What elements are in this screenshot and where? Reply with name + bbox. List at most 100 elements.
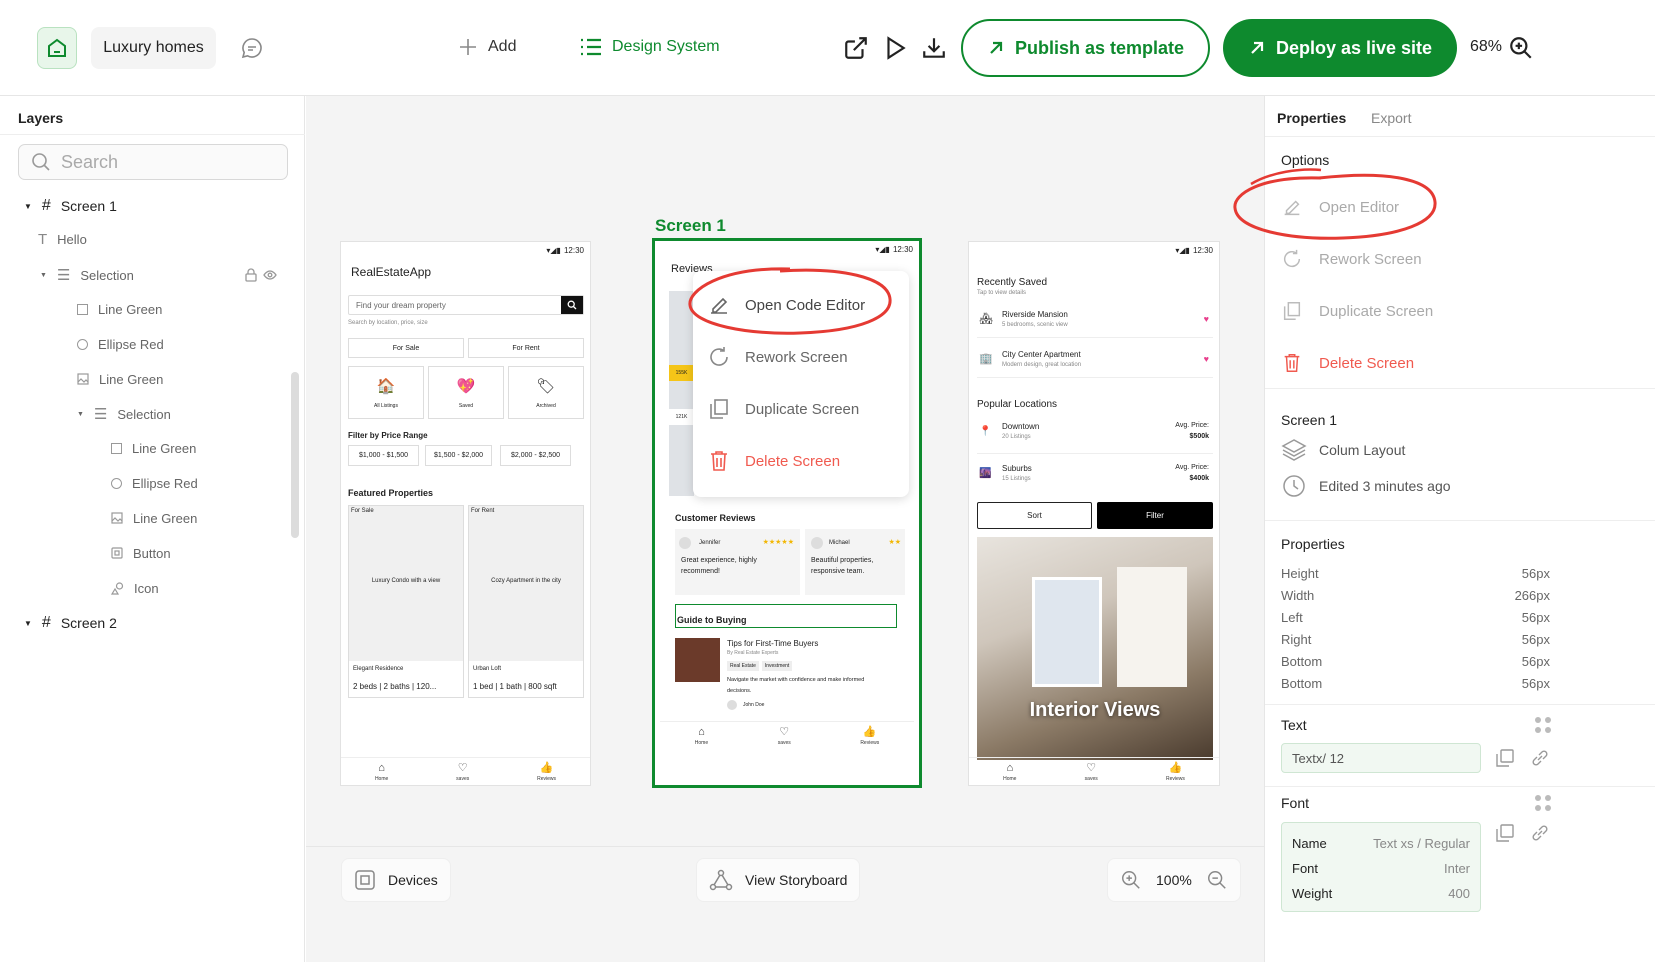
lock-icon[interactable] [245,268,257,282]
menu-duplicate-screen[interactable]: Duplicate Screen [707,397,859,421]
tab-reviews[interactable]: 👍 Reviews [537,761,556,782]
layer-selection[interactable]: ▼ ☰ Selection [77,404,171,424]
design-canvas[interactable]: ▾◢▮ 12:30 RealEstateApp Find your dream p… [306,96,1264,846]
avg-price: $400k [1189,475,1209,482]
menu-delete-screen[interactable]: Delete Screen [707,449,840,473]
sort-button[interactable]: Sort [977,502,1092,529]
project-name[interactable]: Luxury homes [91,27,216,69]
text-section-title: Text [1281,717,1307,733]
divider [1265,704,1655,705]
layer-line[interactable]: Line Green [111,438,196,458]
price-chip[interactable]: $1,000 - $1,500 [348,445,419,466]
tab-home[interactable]: ⌂ Home [695,726,708,746]
font-style-box[interactable]: Name Text xs / Regular Font Inter Weight 40… [1281,822,1481,912]
comment-icon[interactable] [240,36,264,60]
layer-screen-2[interactable]: ▼ # Screen 2 [24,613,117,633]
layers-search[interactable]: Search [18,144,288,180]
layer-image[interactable]: Line Green [111,508,197,528]
map-price-tag: 121K [669,409,694,425]
zoom-out-icon[interactable] [1206,869,1228,891]
tab-saves[interactable]: ♡ saves [778,725,791,746]
home-button[interactable] [37,27,77,69]
screen-home[interactable]: ▾◢▮ 12:30 RealEstateApp Find your dream p… [340,241,591,786]
layers-scrollbar[interactable] [291,372,299,538]
property-row[interactable]: Bottom 56px [1281,676,1550,691]
add-button[interactable]: Add [458,37,516,57]
layer-screen-1[interactable]: ▼ # Screen 1 [24,196,117,216]
price-chip[interactable]: $2,000 - $2,500 [500,445,571,466]
location-item[interactable]: 🌆 Suburbs 15 Listings Avg. Price: $400k [977,458,1213,496]
price-chip[interactable]: $1,500 - $2,000 [425,445,492,466]
link-icon[interactable] [1530,823,1550,843]
featured-card[interactable]: For Sale Luxury Condo with a view Elegan… [348,505,464,698]
design-system-button[interactable]: Design System [580,37,720,57]
saved-item[interactable]: 🏘 Riverside Mansion 5 bedrooms, scenic v… [977,302,1213,338]
detach-icon[interactable] [1495,748,1515,768]
zoom-in-icon[interactable] [1508,35,1534,61]
for-sale-tab[interactable]: For Sale [348,338,464,358]
view-storyboard-button[interactable]: View Storyboard [696,858,861,902]
layer-icon[interactable]: Icon [111,578,159,598]
card-saved[interactable]: 💖 Saved [428,366,504,419]
drag-handle-icon[interactable] [1533,715,1553,735]
zoom-in-icon[interactable] [1120,869,1142,891]
tab-home[interactable]: ⌂ Home [1003,762,1016,782]
layer-text[interactable]: T Hello [38,229,87,249]
search-icon[interactable] [561,296,583,314]
annotation-circle [1233,168,1437,240]
for-rent-tab[interactable]: For Rent [468,338,584,358]
stack-icon: ☰ [56,267,71,284]
review-card: Jennifer ★★★★★ Great experience, highly … [675,529,800,595]
tab-reviews[interactable]: 👍 Reviews [1166,761,1185,782]
tab-saves[interactable]: ♡ saves [456,761,469,782]
guide-title[interactable]: Guide to Buying [675,604,897,628]
play-icon[interactable] [882,35,908,61]
layer-line[interactable]: Line Green [77,299,162,319]
drag-handle-icon[interactable] [1533,793,1553,813]
image-icon [77,373,89,385]
tab-reviews[interactable]: 👍 Reviews [860,725,879,746]
layer-ellipse[interactable]: Ellipse Red [77,334,164,354]
detach-icon[interactable] [1495,823,1515,843]
heart-icon[interactable]: ♥ [1204,314,1209,324]
tab-properties[interactable]: Properties [1277,110,1346,126]
search-field[interactable]: Find your dream property [348,295,584,315]
text-style-field[interactable]: Textx/ 12 [1281,743,1481,773]
publish-template-button[interactable]: Publish as template [961,19,1210,77]
heart-icon: ♡ [1086,762,1097,774]
search-input[interactable]: Search [61,152,118,173]
property-badge: For Rent [471,508,495,514]
link-icon[interactable] [1530,748,1550,768]
tab-saves[interactable]: ♡ saves [1085,761,1098,782]
option-rework-screen[interactable]: Rework Screen [1281,248,1422,270]
screen-saved[interactable]: ▾◢▮ 12:30 Recently Saved Tap to view deta… [968,241,1220,786]
menu-rework-screen[interactable]: Rework Screen [707,345,848,369]
tab-home[interactable]: ⌂ Home [375,762,388,782]
property-row[interactable]: Bottom 56px [1281,654,1550,669]
featured-card[interactable]: For Rent Cozy Apartment in the city Urba… [468,505,584,698]
saved-item[interactable]: 🏢 City Center Apartment Modern design, g… [977,342,1213,378]
option-delete-screen[interactable]: Delete Screen [1281,352,1414,374]
rectangle-icon [111,442,122,454]
tab-export[interactable]: Export [1371,110,1411,126]
location-item[interactable]: 📍 Downtown 20 Listings Avg. Price: $500k [977,416,1213,454]
layer-ellipse[interactable]: Ellipse Red [111,473,198,493]
filter-button[interactable]: Filter [1097,502,1213,529]
screen-reviews-selected[interactable]: ▾◢▮ 12:30 Reviews 155K 121K Open Code Edi… [652,238,922,788]
heart-icon[interactable]: ♥ [1204,354,1209,364]
layer-button[interactable]: Button [111,543,171,563]
card-all-listings[interactable]: 🏠 All Listings [348,366,424,419]
property-row[interactable]: Width 266px [1281,588,1550,603]
layer-selection[interactable]: ▼ ☰ Selection [40,265,134,285]
deploy-live-site-button[interactable]: Deploy as live site [1223,19,1457,77]
external-link-icon[interactable] [843,35,869,61]
property-row[interactable]: Height 56px [1281,566,1550,581]
eye-icon[interactable] [263,268,277,282]
layer-image[interactable]: Line Green [77,369,163,389]
option-duplicate-screen[interactable]: Duplicate Screen [1281,300,1433,322]
property-row[interactable]: Left 56px [1281,610,1550,625]
download-icon[interactable] [921,35,947,61]
property-row[interactable]: Right 56px [1281,632,1550,647]
devices-button[interactable]: Devices [341,858,451,902]
card-archived[interactable]: 🏷 Archived [508,366,584,419]
